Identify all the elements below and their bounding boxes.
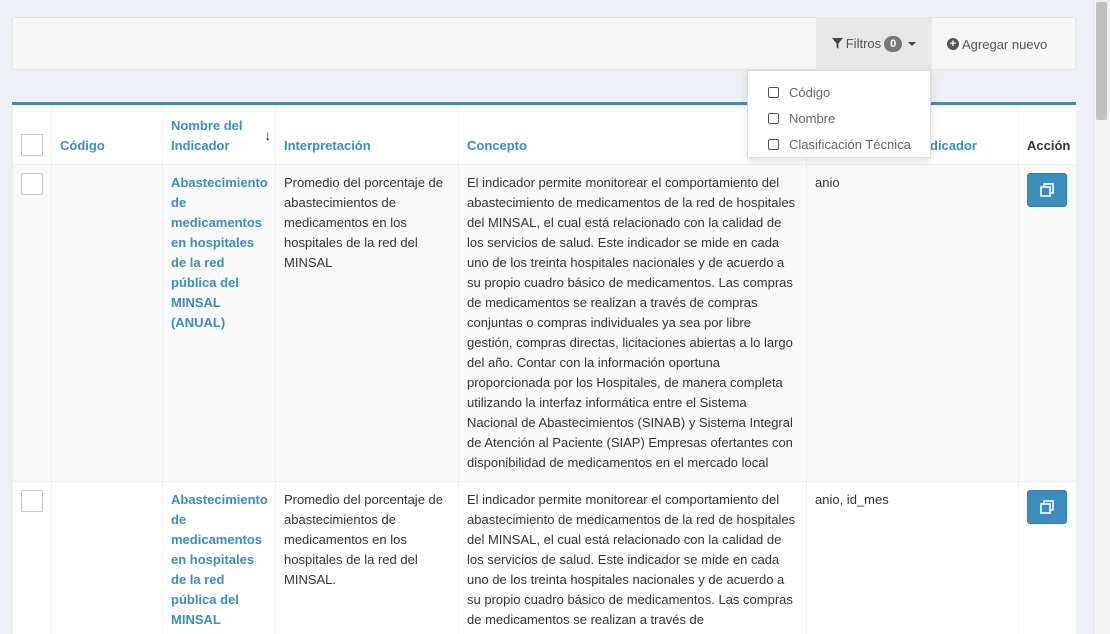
funnel-icon bbox=[831, 38, 843, 49]
checkbox[interactable] bbox=[768, 86, 779, 98]
row-checkbox[interactable] bbox=[21, 173, 43, 195]
select-all-header bbox=[12, 105, 52, 165]
filter-option-label: Nombre bbox=[789, 110, 836, 126]
add-new-label: Agregar nuevo bbox=[962, 36, 1048, 52]
cell-nombre[interactable]: Abastecimiento de medicamentos en hospit… bbox=[162, 481, 276, 634]
cell-codigo bbox=[51, 481, 163, 634]
cell-concepto: El indicador permite monitorear el compo… bbox=[458, 164, 807, 482]
page-scrollbar[interactable] bbox=[1093, 0, 1110, 634]
filter-option-clasificacion[interactable]: Clasificación Técnica bbox=[748, 131, 930, 157]
header-interpretacion[interactable]: Interpretación bbox=[275, 105, 459, 165]
scrollbar-thumb[interactable] bbox=[1096, 2, 1107, 120]
header-accion: Acción bbox=[1018, 105, 1077, 165]
filter-option-codigo[interactable]: Código bbox=[748, 79, 930, 105]
indicators-table-box: Código Nombre del Indicador ↓ Interpreta… bbox=[12, 102, 1077, 634]
toolbar: Filtros 0 + Agregar nuevo bbox=[12, 17, 1076, 70]
filter-option-nombre[interactable]: Nombre bbox=[748, 105, 930, 131]
copy-icon bbox=[1040, 183, 1054, 197]
row-select-cell bbox=[12, 481, 52, 634]
filters-button[interactable]: Filtros 0 bbox=[816, 17, 932, 70]
cell-codigo bbox=[51, 164, 163, 482]
cell-indicador: anio bbox=[806, 164, 1019, 482]
table-row: Abastecimiento de medicamentos en hospit… bbox=[12, 481, 1077, 634]
checkbox[interactable] bbox=[768, 112, 779, 124]
header-codigo[interactable]: Código bbox=[51, 105, 163, 165]
filters-label: Filtros bbox=[845, 36, 882, 51]
cell-interpretacion: Promedio del porcentaje de abastecimient… bbox=[275, 481, 459, 634]
cell-interpretacion: Promedio del porcentaje de abastecimient… bbox=[275, 164, 459, 482]
cell-indicador: anio, id_mes bbox=[806, 481, 1019, 634]
select-all-checkbox[interactable] bbox=[21, 134, 43, 156]
row-checkbox[interactable] bbox=[21, 490, 43, 512]
filters-count-badge: 0 bbox=[884, 35, 903, 52]
copy-button[interactable] bbox=[1027, 173, 1067, 207]
row-select-cell bbox=[12, 164, 52, 482]
caret-down-icon bbox=[908, 41, 917, 46]
arrow-down-icon: ↓ bbox=[264, 128, 272, 143]
filter-option-label: Clasificación Técnica bbox=[789, 136, 911, 152]
plus-circle-icon: + bbox=[947, 38, 959, 50]
checkbox[interactable] bbox=[768, 138, 779, 150]
cell-accion bbox=[1018, 481, 1077, 634]
filter-option-label: Código bbox=[789, 84, 831, 100]
add-new-button[interactable]: + Agregar nuevo bbox=[947, 18, 1047, 70]
copy-button[interactable] bbox=[1027, 490, 1067, 524]
indicators-table: Código Nombre del Indicador ↓ Interpreta… bbox=[12, 105, 1077, 634]
header-nombre[interactable]: Nombre del Indicador ↓ bbox=[162, 105, 276, 165]
filters-dropdown: Código Nombre Clasificación Técnica bbox=[747, 70, 931, 158]
cell-accion bbox=[1018, 164, 1077, 482]
copy-icon bbox=[1040, 500, 1054, 514]
header-nombre-line2: Indicador bbox=[171, 138, 230, 153]
cell-nombre[interactable]: Abastecimiento de medicamentos en hospit… bbox=[162, 164, 276, 482]
header-nombre-line1: Nombre del bbox=[171, 118, 243, 133]
cell-concepto: El indicador permite monitorear el compo… bbox=[458, 481, 807, 634]
table-row: Abastecimiento de medicamentos en hospit… bbox=[12, 164, 1077, 482]
